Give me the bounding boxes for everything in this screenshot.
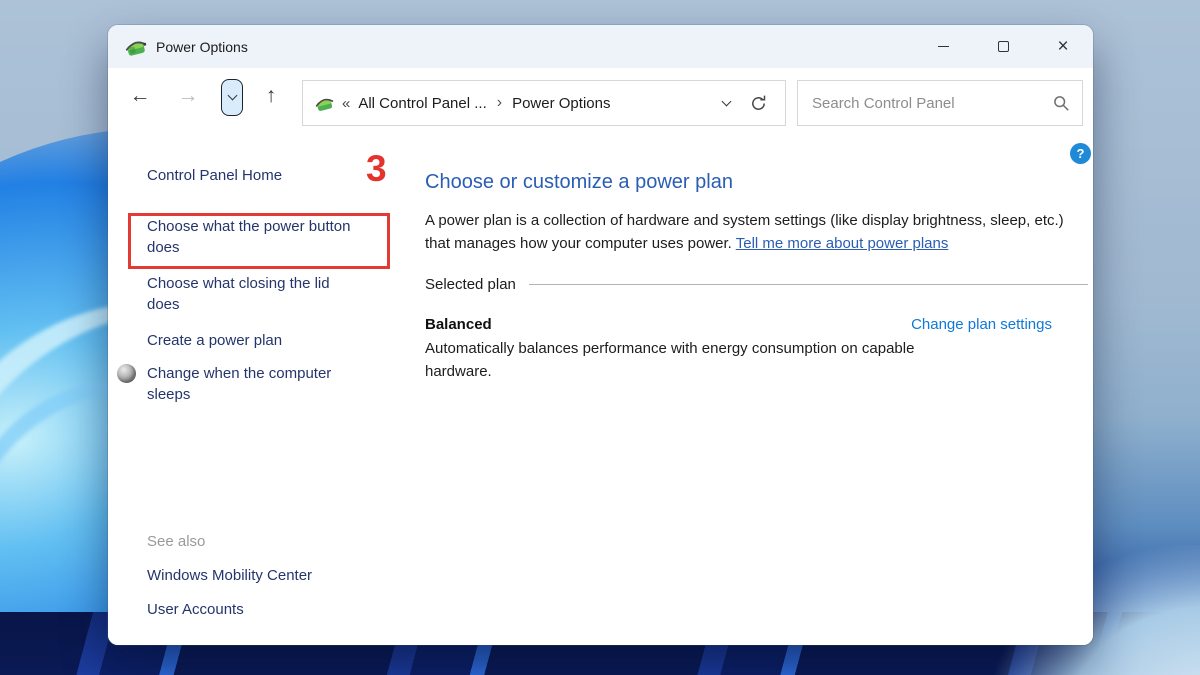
search-input[interactable]: [812, 94, 1053, 112]
window-title: Power Options: [156, 38, 248, 55]
section-divider: [528, 284, 1088, 285]
search-box: [797, 80, 1083, 126]
plan-name: Balanced: [425, 316, 492, 333]
minimize-button[interactable]: [913, 25, 973, 68]
close-button[interactable]: ×: [1033, 25, 1093, 68]
help-button[interactable]: ?: [1070, 143, 1091, 164]
shield-icon: [117, 364, 136, 383]
tell-me-more-link[interactable]: Tell me more about power plans: [736, 235, 949, 252]
power-options-window: Power Options × ← → ↑ « All Control Pane…: [108, 25, 1093, 645]
chevron-down-icon: [721, 96, 731, 106]
sidebar-item-windows-mobility-center[interactable]: Windows Mobility Center: [147, 565, 362, 586]
breadcrumb-collapse-icon[interactable]: «: [342, 95, 350, 112]
desktop: Power Options × ← → ↑ « All Control Pane…: [0, 0, 1200, 675]
sidebar-item-computer-sleeps[interactable]: Change when the computer sleeps: [147, 363, 362, 405]
address-dropdown-button[interactable]: [711, 96, 741, 106]
sidebar-item-closing-lid[interactable]: Choose what closing the lid does: [147, 273, 362, 315]
plan-description: Automatically balances performance with …: [425, 340, 915, 380]
window-controls: ×: [913, 25, 1093, 68]
plan-row: Balanced Change plan settings: [425, 316, 1088, 333]
power-options-battery-icon: [125, 41, 147, 56]
selected-plan-label: Selected plan: [425, 276, 516, 293]
navigation-toolbar: ← → ↑ « All Control Panel ... › Power Op…: [108, 68, 1093, 130]
sidebar-item-power-button[interactable]: Choose what the power button does: [147, 216, 362, 258]
question-mark-icon: ?: [1076, 146, 1085, 161]
address-bar[interactable]: « All Control Panel ... › Power Options: [302, 80, 786, 126]
forward-arrow-icon: →: [177, 84, 199, 107]
main-pane: Choose or customize a power plan A power…: [425, 171, 1088, 383]
refresh-button[interactable]: [741, 94, 775, 113]
chevron-down-icon: [227, 90, 237, 101]
intro-text: A power plan is a collection of hardware…: [425, 209, 1065, 255]
change-plan-settings-link[interactable]: Change plan settings: [911, 316, 1052, 333]
recent-locations-dropdown[interactable]: [221, 79, 243, 116]
sidebar-item-user-accounts[interactable]: User Accounts: [147, 599, 362, 620]
sidebar-item-control-panel-home[interactable]: Control Panel Home: [147, 165, 362, 186]
page-title: Choose or customize a power plan: [425, 171, 733, 193]
up-arrow-icon: ↑: [265, 84, 277, 107]
sidebar-item-create-power-plan[interactable]: Create a power plan: [147, 330, 362, 351]
breadcrumb-all-control-panel[interactable]: All Control Panel ...: [358, 95, 486, 112]
breadcrumb-separator-icon: ›: [496, 94, 503, 111]
annotation-step-number: 3: [366, 148, 387, 189]
close-icon: ×: [1057, 36, 1069, 57]
refresh-icon: [751, 95, 765, 110]
content-area: ? Control Panel Home Choose what the pow…: [108, 130, 1093, 645]
up-button[interactable]: ↑: [251, 76, 291, 116]
titlebar[interactable]: Power Options ×: [108, 25, 1093, 68]
maximize-button[interactable]: [973, 25, 1033, 68]
see-also-heading: See also: [147, 533, 206, 550]
back-button[interactable]: ←: [120, 76, 160, 116]
maximize-icon: [997, 41, 1009, 52]
forward-button[interactable]: →: [168, 76, 208, 116]
minimize-icon: [937, 46, 949, 47]
search-icon[interactable]: [1053, 95, 1070, 112]
breadcrumb-power-options[interactable]: Power Options: [512, 95, 610, 112]
selected-plan-section: Selected plan: [425, 276, 1088, 293]
power-options-battery-icon: [315, 98, 334, 111]
back-arrow-icon: ←: [129, 84, 151, 107]
